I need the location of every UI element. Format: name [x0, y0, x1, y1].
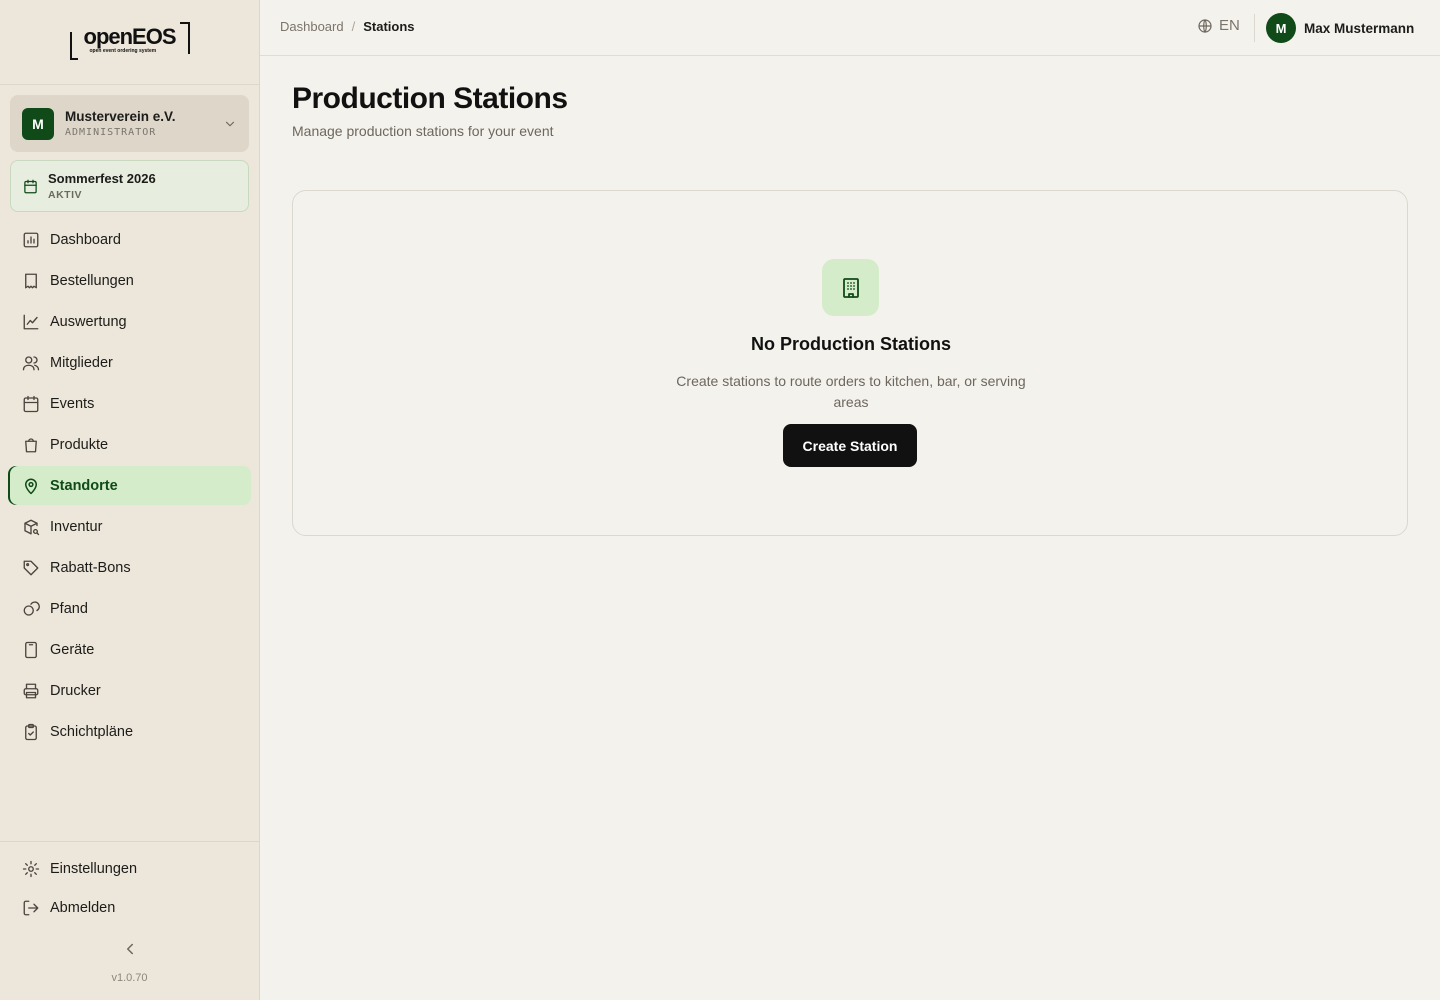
receipt-icon — [25, 273, 37, 288]
logout-icon — [23, 900, 39, 916]
organization-avatar: M — [22, 107, 54, 140]
sidebar-nav: Dashboard Bestellungen Auswertung Mitgli… — [8, 220, 251, 753]
chevron-down-icon — [225, 121, 235, 126]
create-station-button[interactable]: Create Station — [783, 424, 917, 467]
tag-icon — [23, 560, 39, 575]
logo[interactable]: openEOS open event ordering system — [69, 22, 190, 62]
sidebar-item-label: Standorte — [50, 477, 118, 494]
sidebar-item-rabatt-bons[interactable]: Rabatt-Bons — [8, 548, 251, 587]
sidebar-item-label: Events — [50, 395, 95, 412]
logout-label: Abmelden — [50, 900, 116, 916]
sidebar-item-geraete[interactable]: Geräte — [8, 630, 251, 669]
event-name: Sommerfest 2026 — [48, 171, 156, 186]
shopping-bag-icon — [25, 437, 37, 452]
sidebar-item-label: Drucker — [50, 682, 101, 699]
event-status: AKTIV — [48, 189, 82, 201]
empty-state-icon-wrap — [822, 259, 879, 316]
package-search-icon — [24, 519, 40, 535]
sidebar-item-label: Geräte — [50, 641, 95, 658]
breadcrumb: Dashboard / Stations — [280, 19, 415, 34]
logo-wordmark: openEOS — [83, 24, 177, 49]
sidebar-footer: Einstellungen Abmelden v1.0.70 — [0, 841, 259, 1000]
sidebar-item-label: Pfand — [50, 600, 88, 617]
calendar-icon — [24, 179, 37, 193]
topbar-divider — [1254, 14, 1255, 42]
calendar-icon — [23, 395, 39, 412]
sidebar-item-schichtplaene[interactable]: Schichtpläne — [8, 712, 251, 751]
empty-state-card: No Production Stations Create stations t… — [292, 190, 1408, 536]
sidebar-item-bestellungen[interactable]: Bestellungen — [8, 261, 251, 300]
sidebar-item-pfand[interactable]: Pfand — [8, 589, 251, 628]
active-event-card[interactable]: Sommerfest 2026 AKTIV — [10, 160, 249, 212]
chart-line-icon — [23, 314, 39, 329]
dashboard-icon — [23, 232, 39, 247]
sidebar-item-label: Rabatt-Bons — [50, 559, 131, 576]
coins-icon — [23, 600, 40, 616]
sidebar: openEOS open event ordering system M Mus… — [0, 0, 260, 1000]
logo-bracket-left — [69, 32, 78, 60]
empty-state-description: Create stations to route orders to kitch… — [676, 373, 1026, 410]
organization-switcher[interactable]: M Musterverein e.V. ADMINISTRATOR — [10, 95, 249, 152]
sidebar-item-dashboard[interactable]: Dashboard — [8, 220, 251, 259]
logo-tagline: open event ordering system — [89, 48, 157, 54]
settings-link[interactable]: Einstellungen — [22, 860, 137, 878]
breadcrumb-separator: / — [351, 19, 356, 34]
sidebar-item-label: Bestellungen — [50, 272, 134, 289]
globe-icon — [1198, 18, 1212, 33]
users-icon — [22, 355, 40, 370]
sidebar-item-label: Produkte — [50, 436, 109, 453]
tablet-icon — [25, 641, 37, 658]
sidebar-item-mitglieder[interactable]: Mitglieder — [8, 343, 251, 382]
sidebar-item-standorte[interactable]: Standorte — [8, 466, 251, 505]
language-switcher[interactable]: EN — [1197, 17, 1240, 34]
sidebar-item-label: Mitglieder — [50, 354, 113, 371]
printer-icon — [23, 683, 39, 698]
logout-link[interactable]: Abmelden — [22, 899, 115, 917]
sidebar-item-inventur[interactable]: Inventur — [8, 507, 251, 546]
user-menu[interactable]: M Max Mustermann — [1266, 13, 1414, 43]
map-pin-icon — [25, 478, 37, 494]
building-icon — [842, 277, 859, 298]
page-subtitle: Manage production stations for your even… — [292, 123, 554, 139]
logo-bracket-right — [179, 22, 190, 54]
sidebar-item-label: Schichtpläne — [50, 723, 134, 740]
page-title: Production Stations — [292, 82, 568, 115]
breadcrumb-current: Stations — [363, 19, 415, 34]
gear-icon — [22, 860, 40, 878]
topbar: Dashboard / Stations EN M Max Mustermann — [260, 0, 1440, 56]
sidebar-item-auswertung[interactable]: Auswertung — [8, 302, 251, 341]
user-name: Max Mustermann — [1304, 20, 1415, 36]
empty-state-title: No Production Stations — [751, 334, 951, 354]
sidebar-item-produkte[interactable]: Produkte — [8, 425, 251, 464]
sidebar-item-label: Dashboard — [50, 231, 121, 248]
breadcrumb-root[interactable]: Dashboard — [280, 19, 344, 34]
sidebar-item-label: Inventur — [50, 518, 103, 535]
avatar: M — [1266, 13, 1296, 43]
sidebar-item-label: Auswertung — [50, 313, 127, 330]
sidebar-item-events[interactable]: Events — [8, 384, 251, 423]
clipboard-check-icon — [25, 723, 37, 740]
organization-name: Musterverein e.V. — [65, 109, 176, 124]
sidebar-item-drucker[interactable]: Drucker — [8, 671, 251, 710]
language-label: EN — [1219, 17, 1240, 34]
settings-label: Einstellungen — [50, 861, 138, 877]
app-version: v1.0.70 — [111, 972, 148, 984]
organization-role: ADMINISTRATOR — [65, 127, 157, 138]
logo-area: openEOS open event ordering system — [0, 0, 259, 85]
chevron-left-icon[interactable] — [121, 940, 139, 958]
